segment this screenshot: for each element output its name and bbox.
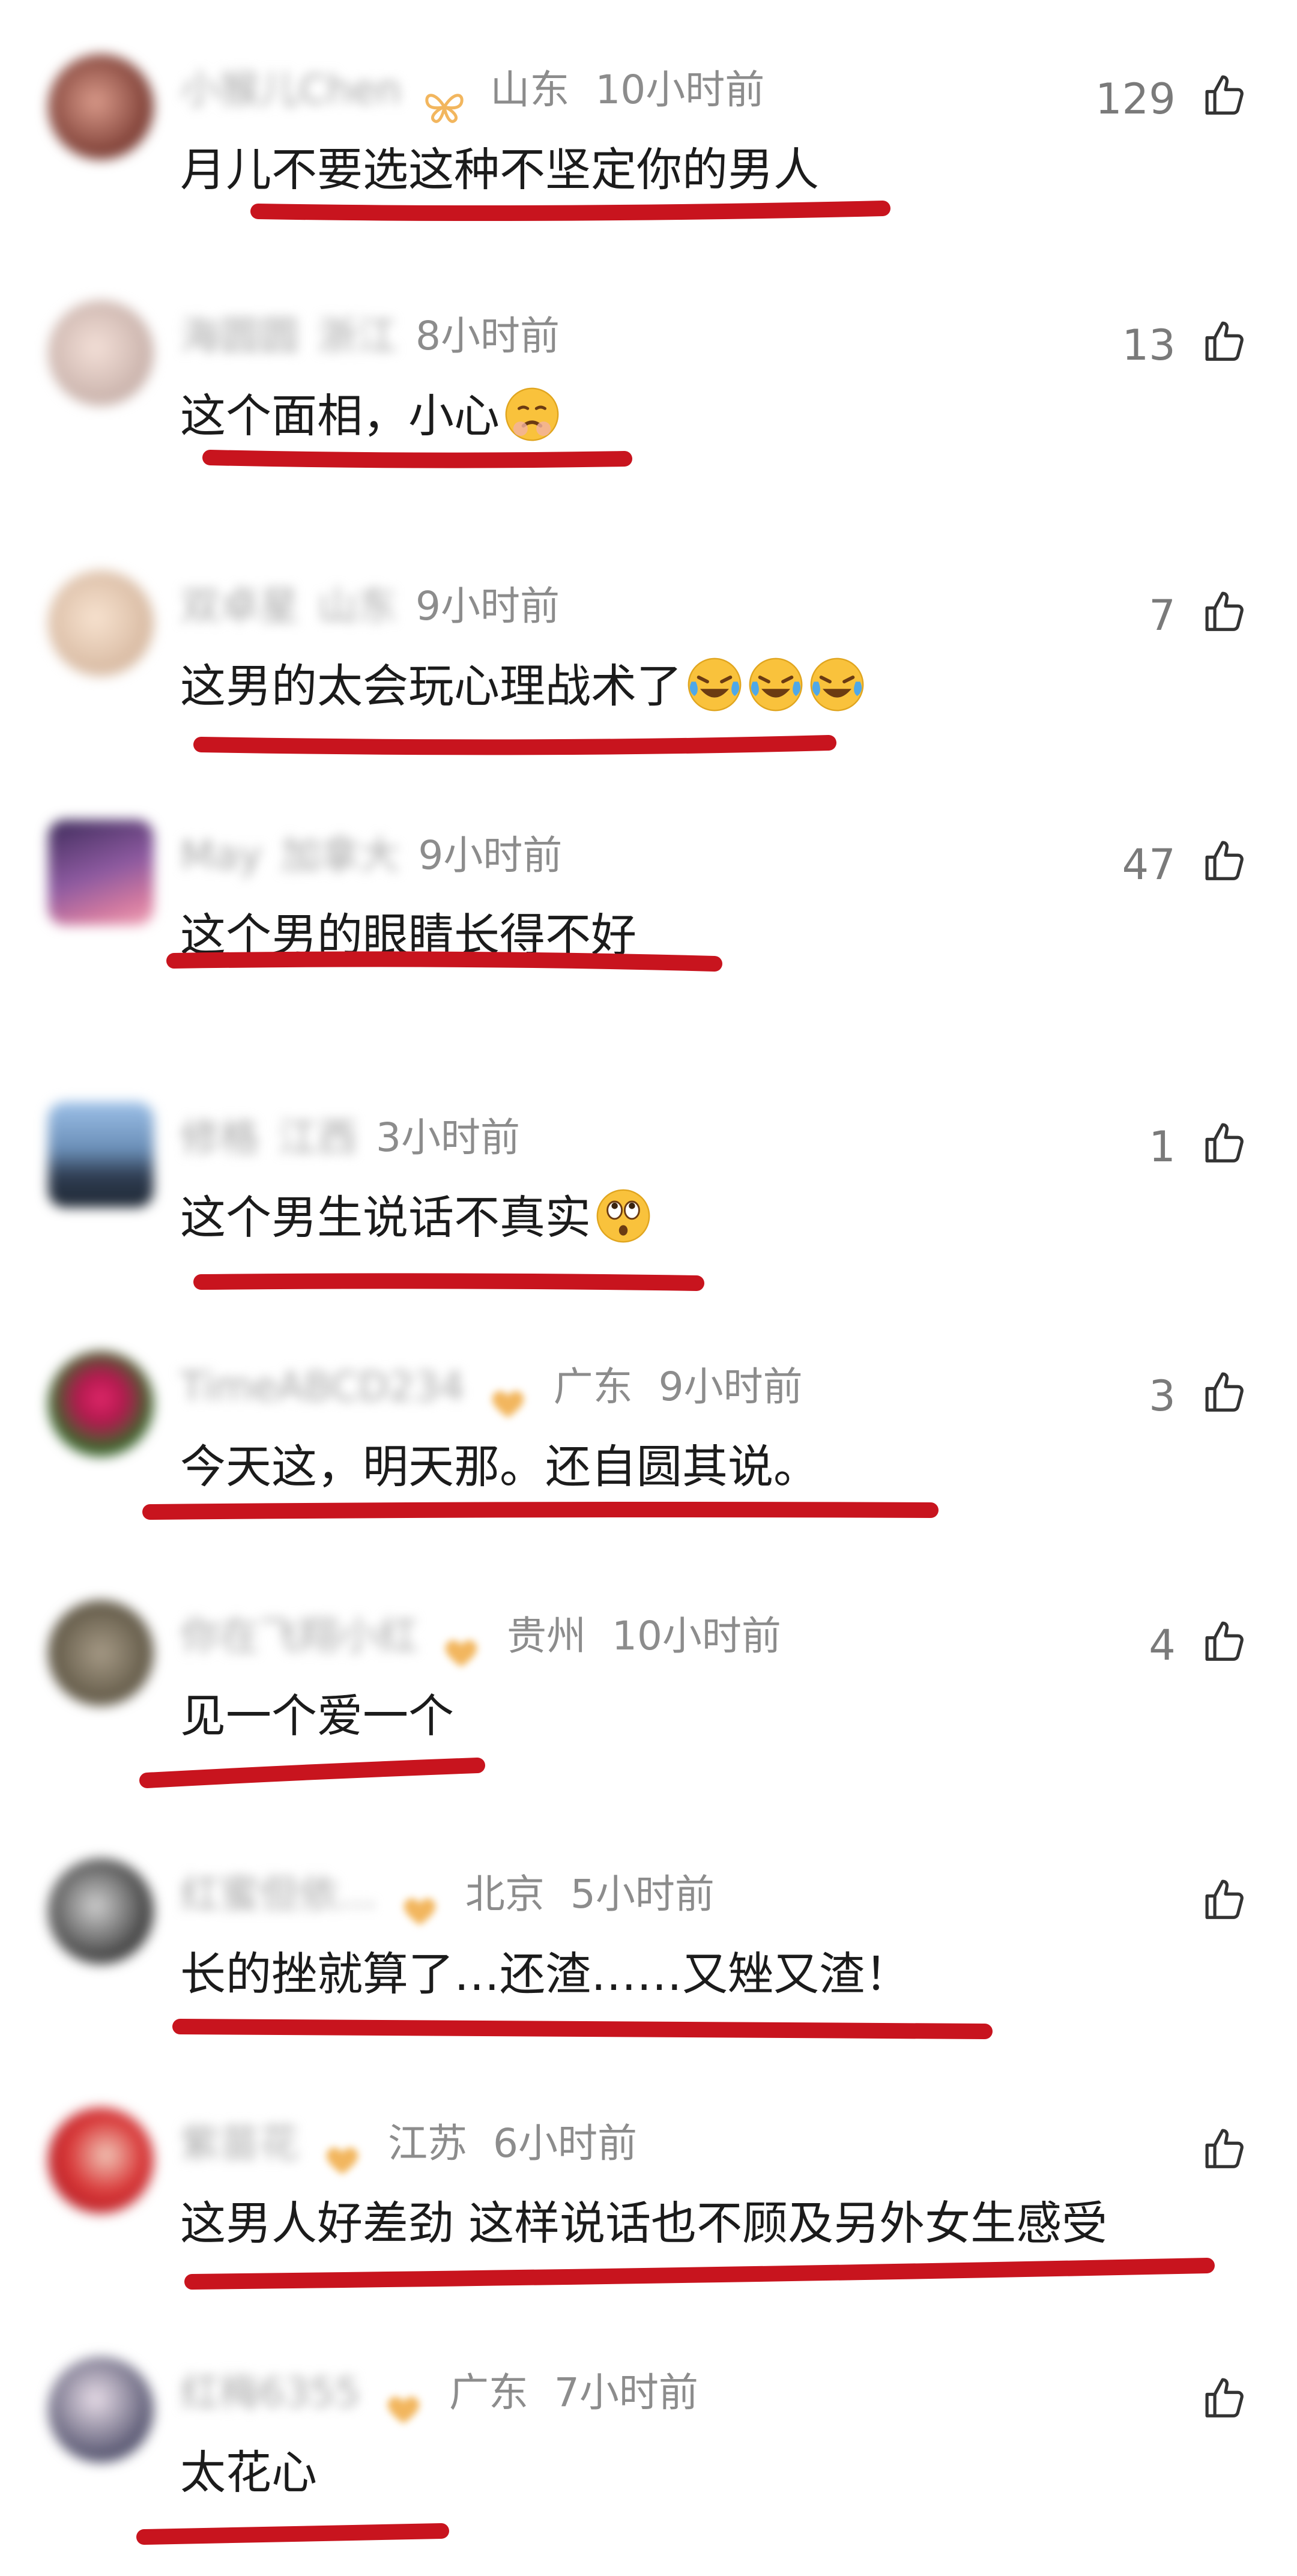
red-underline: [202, 450, 632, 468]
red-underline: [193, 735, 836, 755]
red-underline: [136, 2523, 449, 2545]
red-underline: [139, 1758, 485, 1788]
red-underline: [172, 2019, 993, 2039]
red-underline: [250, 201, 890, 222]
red-underline: [142, 1502, 939, 1520]
red-underline: [193, 1273, 704, 1291]
red-underline: [184, 2258, 1215, 2290]
red-underline: [166, 951, 722, 972]
